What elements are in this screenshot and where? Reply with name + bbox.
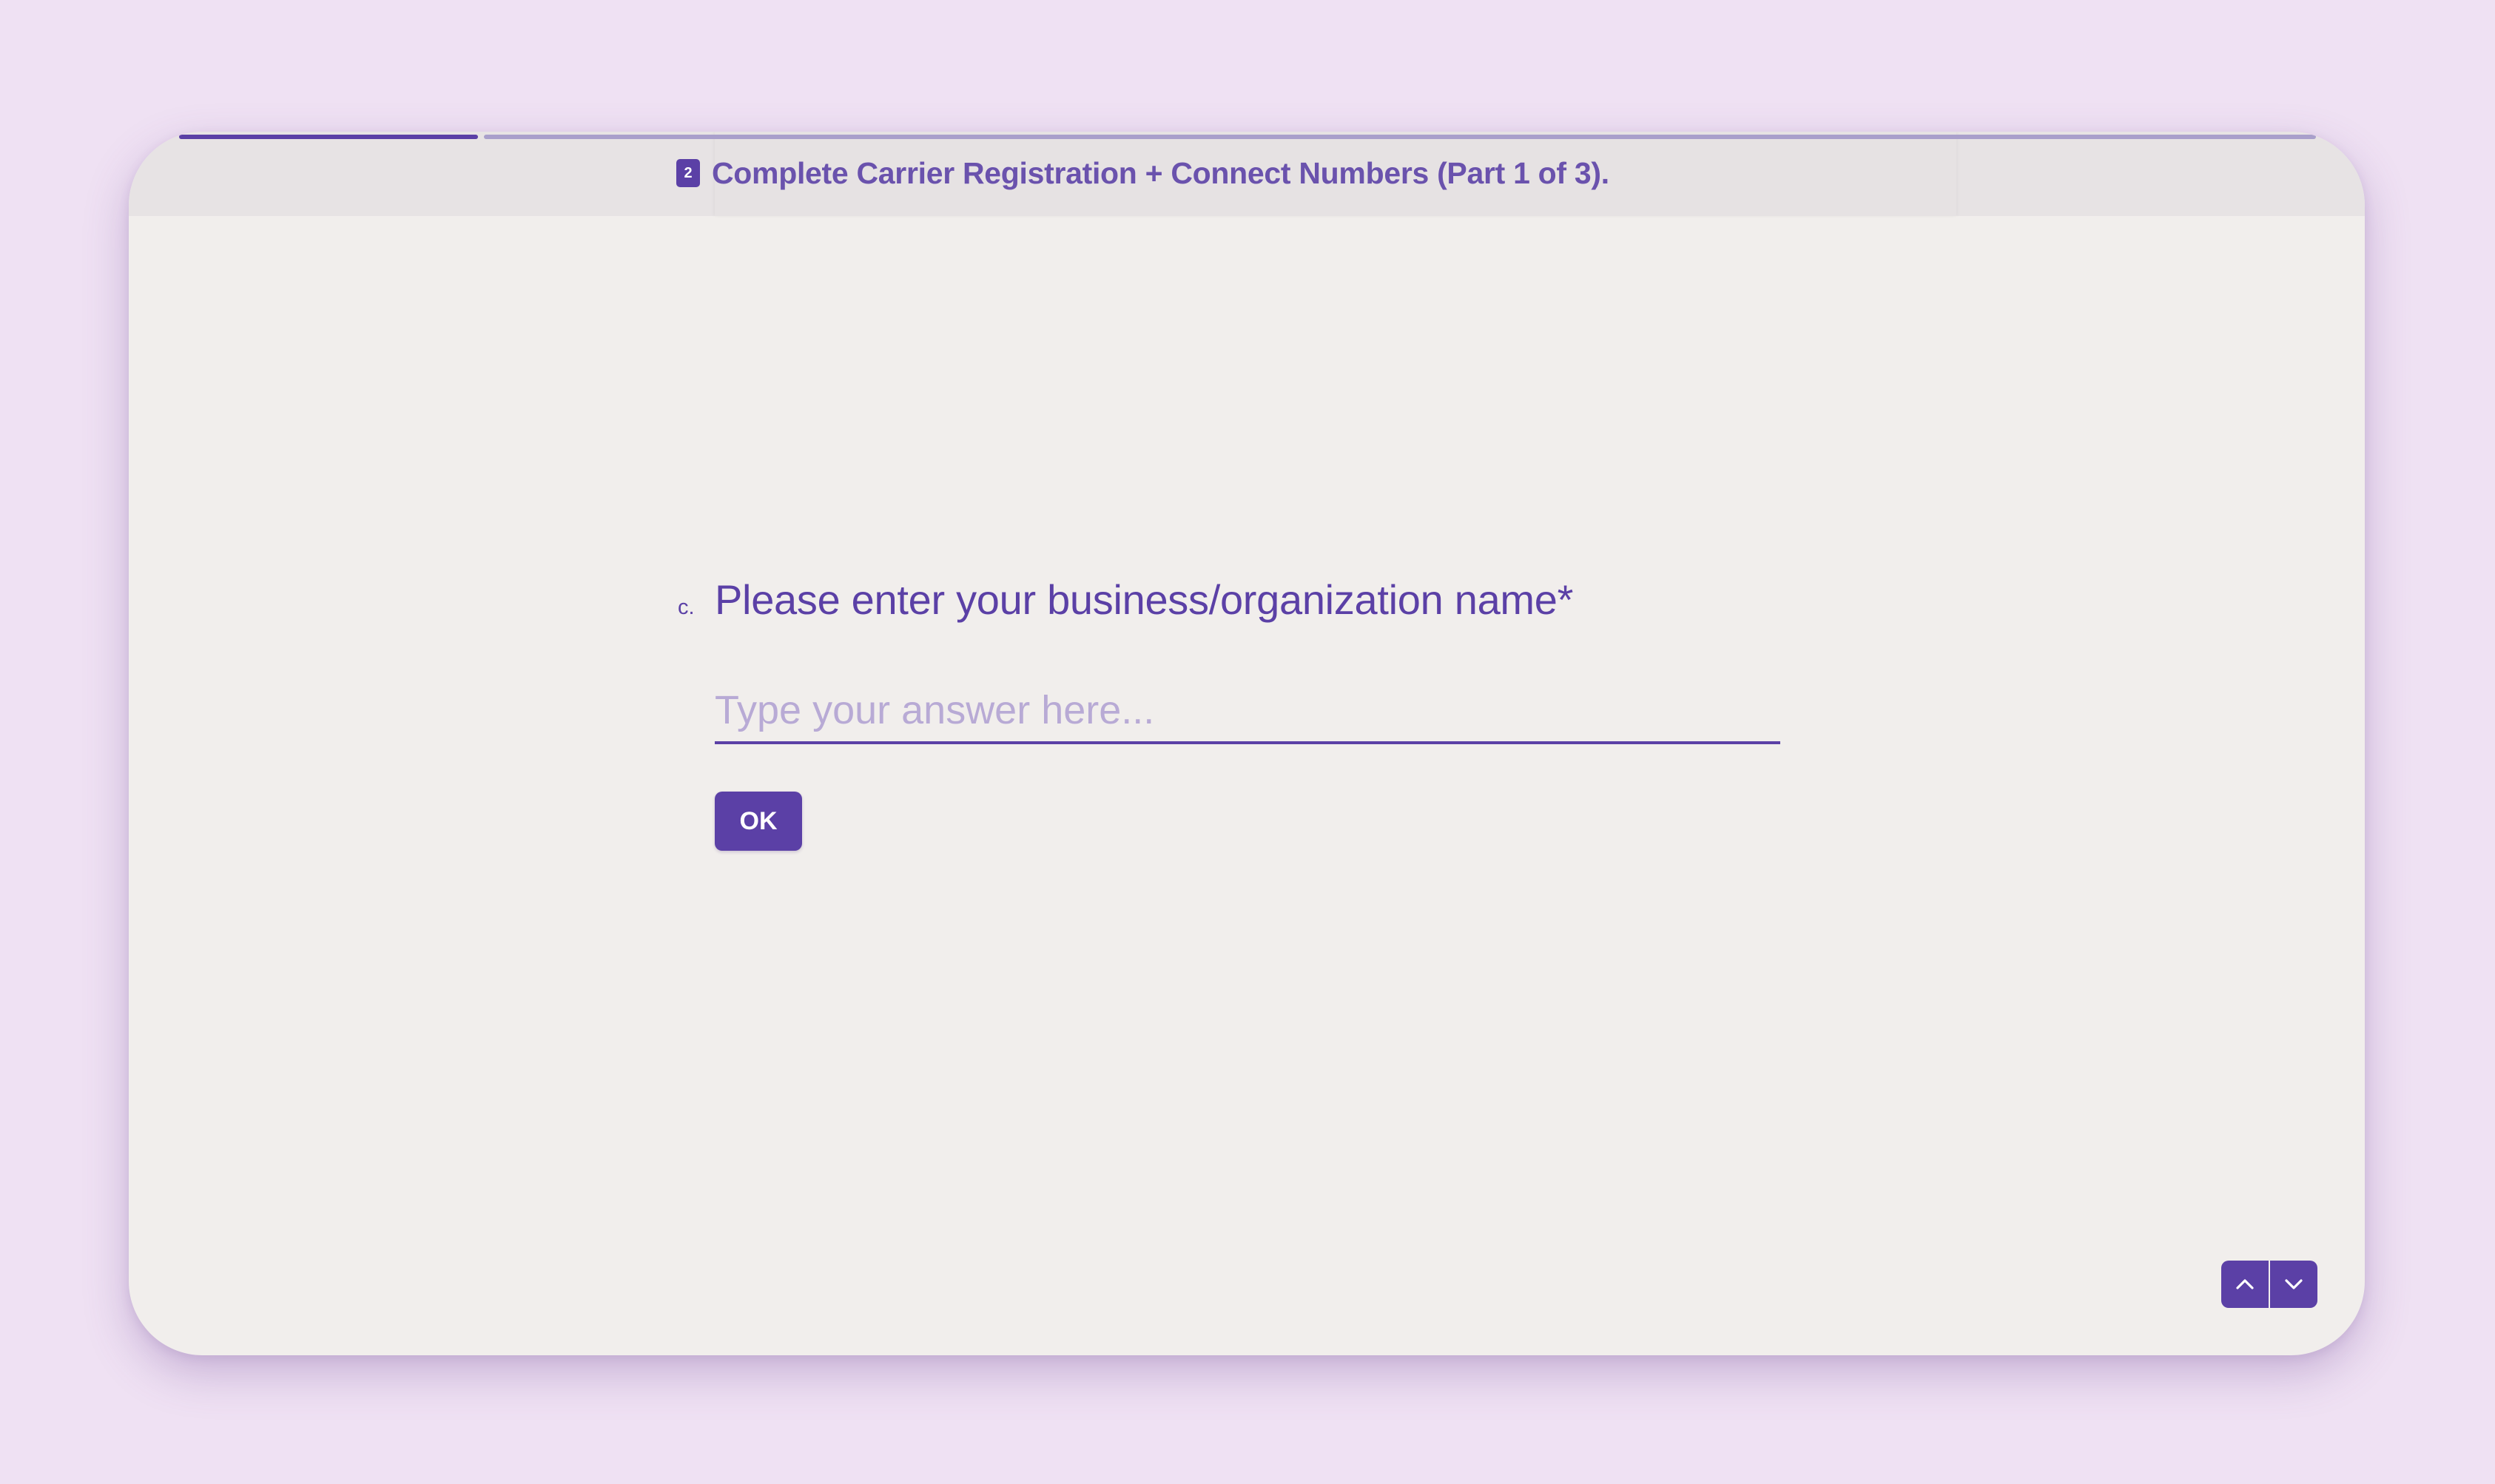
- ok-button[interactable]: OK: [715, 792, 802, 851]
- required-mark: *: [1557, 576, 1574, 623]
- previous-question-button[interactable]: [2221, 1261, 2269, 1308]
- section-title-text: Complete Carrier Registration + Connect …: [712, 155, 1609, 190]
- answer-input[interactable]: [715, 679, 1780, 744]
- progress-bar-filled: [179, 135, 478, 139]
- question-navigation: [2221, 1261, 2317, 1308]
- question-block: c. Please enter your business/organizati…: [678, 576, 1802, 851]
- question-text: Please enter your business/organization …: [715, 576, 1573, 624]
- question-text-content: Please enter your business/organization …: [715, 576, 1558, 623]
- chevron-up-icon: [2236, 1279, 2254, 1289]
- progress-bar: [179, 135, 2316, 139]
- section-title: 2 Complete Carrier Registration + Connec…: [676, 154, 1609, 192]
- next-question-button[interactable]: [2270, 1261, 2317, 1308]
- form-card: 2 Complete Carrier Registration + Connec…: [129, 132, 2365, 1355]
- progress-bar-remaining: [484, 135, 2316, 139]
- question-label: c.: [678, 596, 695, 619]
- section-header: 2 Complete Carrier Registration + Connec…: [129, 132, 2365, 216]
- chevron-down-icon: [2285, 1279, 2303, 1289]
- question-row: c. Please enter your business/organizati…: [678, 576, 1802, 624]
- section-number-badge: 2: [676, 159, 700, 187]
